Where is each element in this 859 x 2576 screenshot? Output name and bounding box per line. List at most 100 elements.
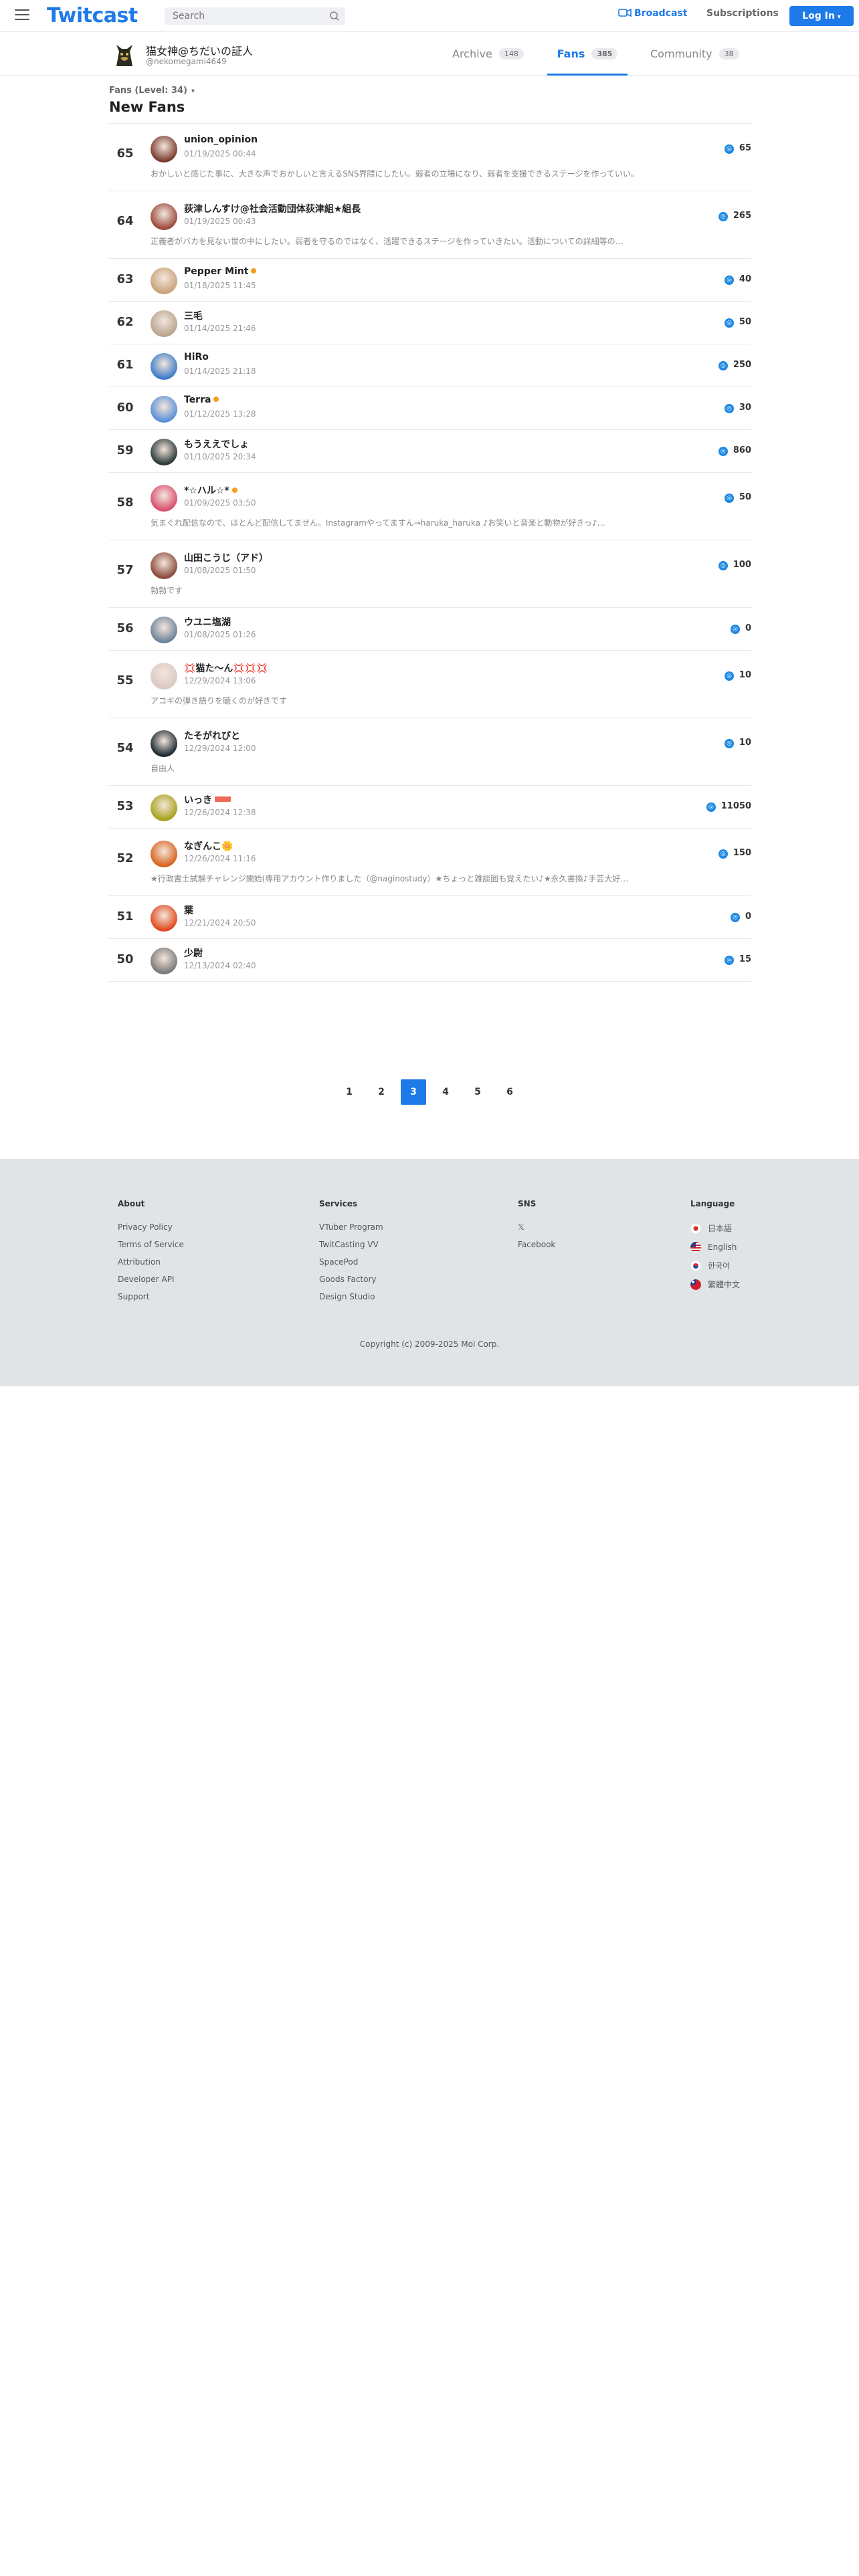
- footer-heading: Language: [690, 1199, 735, 1208]
- avatar[interactable]: [151, 794, 177, 821]
- avatar[interactable]: [151, 136, 177, 163]
- avatar[interactable]: [151, 948, 177, 974]
- fan-score-value: 50: [739, 492, 751, 502]
- fan-row[interactable]: 55 💢猫た〜ん💢💢💢 12/29/2024 13:06 アコギの弾き語りを聴くのが好…: [109, 651, 751, 718]
- language-zh-tw[interactable]: 繁體中文: [690, 1279, 740, 1290]
- logo[interactable]: Twitcast: [47, 4, 138, 27]
- fan-name-text: union_opinion: [184, 134, 258, 145]
- fan-name[interactable]: 葉: [184, 903, 193, 917]
- page-4-button[interactable]: 4: [433, 1079, 458, 1105]
- tab-community[interactable]: Community 38: [650, 33, 739, 76]
- footer-link[interactable]: SpacePod: [319, 1258, 383, 1266]
- fan-name[interactable]: HiRo: [184, 352, 209, 362]
- fan-rank: 50: [116, 952, 134, 966]
- avatar[interactable]: [151, 439, 177, 465]
- footer-link[interactable]: VTuber Program: [319, 1223, 383, 1231]
- tab-fans[interactable]: Fans 385: [547, 33, 628, 76]
- fan-row[interactable]: 63 Pepper Mint 01/18/2025 11:45 ◎ 40: [109, 259, 751, 302]
- avatar[interactable]: [151, 485, 177, 512]
- search-box[interactable]: [165, 7, 345, 25]
- fan-name[interactable]: 三毛: [184, 309, 203, 322]
- fan-level-filter[interactable]: Fans (Level: 34) ▾: [109, 86, 195, 96]
- avatar[interactable]: [151, 203, 177, 230]
- footer-link[interactable]: Attribution: [118, 1258, 184, 1266]
- fan-row[interactable]: 62 三毛 01/14/2025 21:46 ◎ 50: [109, 302, 751, 344]
- coin-icon: ◎: [724, 494, 734, 503]
- footer-link[interactable]: Design Studio: [319, 1293, 383, 1301]
- fan-row[interactable]: 52 なぎんこ🌼 12/26/2024 11:16 ★行政書士試験チャレンジ開始(専用…: [109, 829, 751, 896]
- x-link[interactable]: 𝕏: [518, 1223, 555, 1231]
- subscriptions-link[interactable]: Subscriptions: [706, 8, 779, 19]
- fan-row[interactable]: 56 ウユニ塩湖 01/08/2025 01:26 ◎ 0: [109, 608, 751, 651]
- fan-rank: 51: [116, 909, 134, 924]
- fan-rank: 61: [116, 358, 134, 372]
- avatar[interactable]: [151, 730, 177, 757]
- fan-date: 01/18/2025 11:45: [184, 281, 256, 290]
- fan-row[interactable]: 51 葉 12/21/2024 20:50 ◎ 0: [109, 896, 751, 939]
- fan-name[interactable]: いっき: [184, 793, 231, 807]
- menu-icon[interactable]: [15, 9, 29, 21]
- footer-link[interactable]: Terms of Service: [118, 1241, 184, 1249]
- fan-name[interactable]: ウユニ塩湖: [184, 615, 231, 629]
- footer-link[interactable]: Support: [118, 1293, 184, 1301]
- language-en[interactable]: English: [690, 1242, 740, 1253]
- login-button[interactable]: Log In ▾: [789, 6, 854, 26]
- page-2-button[interactable]: 2: [369, 1079, 394, 1105]
- profile-avatar[interactable]: [111, 42, 138, 69]
- fan-name[interactable]: なぎんこ🌼: [184, 839, 233, 853]
- avatar[interactable]: [151, 552, 177, 579]
- fan-row[interactable]: 59 もうええでしょ 01/10/2025 20:34 ◎ 860: [109, 430, 751, 473]
- search-input[interactable]: [165, 7, 318, 25]
- avatar[interactable]: [151, 841, 177, 867]
- footer-link[interactable]: Privacy Policy: [118, 1223, 184, 1231]
- fan-row[interactable]: 65 union_opinion 01/19/2025 00:44 おかしいと感じた事…: [109, 124, 751, 191]
- fan-name[interactable]: 山田こうじ（アド）: [184, 551, 268, 564]
- fan-name[interactable]: もうええでしょ: [184, 437, 249, 451]
- fan-score: ◎ 265: [718, 211, 751, 221]
- fan-row[interactable]: 61 HiRo 01/14/2025 21:18 ◎ 250: [109, 344, 751, 387]
- footer-link[interactable]: Goods Factory: [319, 1275, 383, 1283]
- pagination: 123456: [0, 1079, 859, 1105]
- fan-score: ◎ 50: [724, 492, 751, 503]
- fan-row[interactable]: 58 *☆ハル☆* 01/09/2025 03:50 気まぐれ配信なので、ほとんど配信…: [109, 473, 751, 540]
- page-3-button[interactable]: 3: [401, 1079, 426, 1105]
- page-1-button[interactable]: 1: [337, 1079, 362, 1105]
- language-ko[interactable]: 한국어: [690, 1261, 740, 1271]
- fan-row[interactable]: 54 たそがれびと 12/29/2024 12:00 自由人 ◎ 10: [109, 718, 751, 786]
- avatar[interactable]: [151, 310, 177, 337]
- fan-row[interactable]: 60 Terra 01/12/2025 13:28 ◎ 30: [109, 387, 751, 430]
- fan-name[interactable]: 💢猫た〜ん💢💢💢: [184, 661, 268, 675]
- fan-row[interactable]: 64 荻津しんすけ@社会活動団体荻津組★組長 01/19/2025 00:43 正義者…: [109, 191, 751, 259]
- fan-name[interactable]: union_opinion: [184, 134, 258, 145]
- page-6-button[interactable]: 6: [497, 1079, 522, 1105]
- fan-score: ◎ 10: [724, 738, 751, 748]
- footer-link[interactable]: Developer API: [118, 1275, 184, 1283]
- avatar[interactable]: [151, 353, 177, 380]
- page-5-button[interactable]: 5: [465, 1079, 490, 1105]
- fan-rank: 56: [116, 621, 134, 635]
- fan-score: ◎ 40: [724, 274, 751, 285]
- fan-row[interactable]: 53 いっき 12/26/2024 12:38 ◎ 11050: [109, 786, 751, 829]
- facebook-link[interactable]: Facebook: [518, 1241, 555, 1249]
- avatar[interactable]: [151, 617, 177, 643]
- tab-archive[interactable]: Archive 148: [452, 33, 524, 76]
- fan-name[interactable]: たそがれびと: [184, 729, 240, 742]
- avatar[interactable]: [151, 396, 177, 423]
- profile-name[interactable]: 猫女神@ちだいの証人: [146, 42, 253, 58]
- fan-name[interactable]: Terra: [184, 395, 219, 405]
- avatar[interactable]: [151, 663, 177, 689]
- fan-name[interactable]: 少尉: [184, 946, 203, 960]
- search-icon[interactable]: [329, 11, 340, 21]
- fan-name[interactable]: 荻津しんすけ@社会活動団体荻津組★組長: [184, 202, 361, 215]
- coin-icon: ◎: [724, 739, 734, 748]
- fan-name[interactable]: *☆ハル☆*: [184, 484, 237, 497]
- avatar[interactable]: [151, 905, 177, 932]
- fan-name[interactable]: Pepper Mint: [184, 266, 257, 277]
- footer-link[interactable]: TwitCasting VV: [319, 1241, 383, 1249]
- avatar[interactable]: [151, 267, 177, 294]
- broadcast-link[interactable]: Broadcast: [618, 8, 687, 19]
- fan-row[interactable]: 50 少尉 12/13/2024 02:40 ◎ 15: [109, 939, 751, 982]
- fan-row[interactable]: 57 山田こうじ（アド） 01/08/2025 01:50 勃勃です ◎ 100: [109, 540, 751, 608]
- language-ja[interactable]: 日本語: [690, 1223, 740, 1234]
- fan-name-text: 三毛: [184, 311, 203, 322]
